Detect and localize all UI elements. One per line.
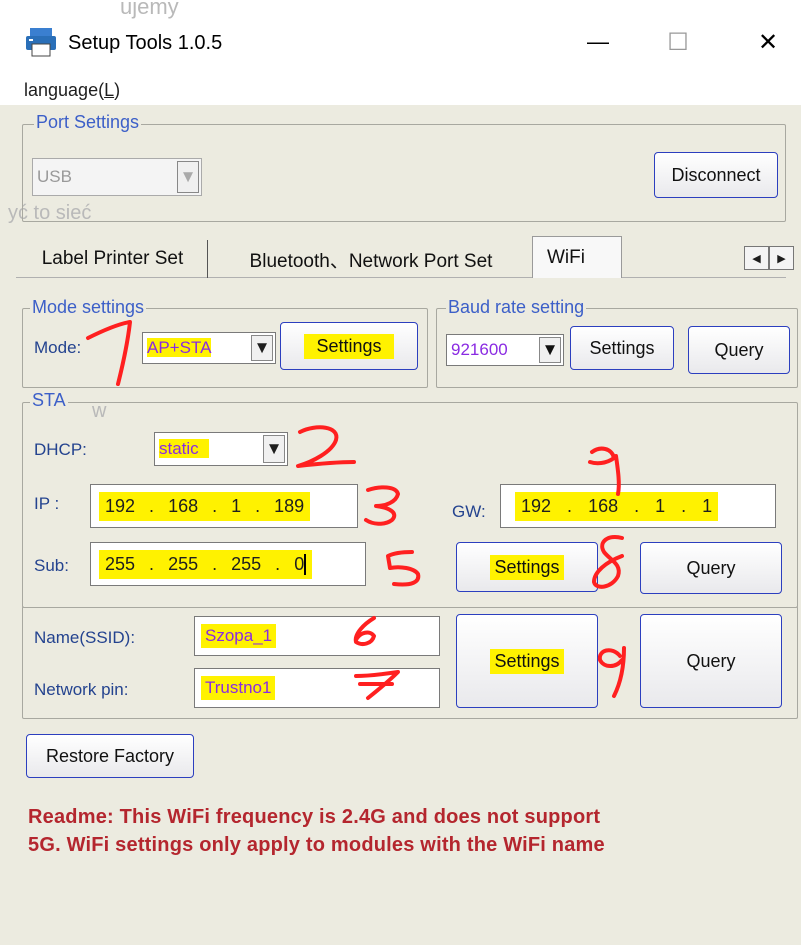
sub-octet: 255 [231, 553, 262, 574]
mode-settings-label: Settings [304, 333, 394, 359]
ip-octet: 168 [168, 495, 199, 516]
gw-label: GW: [452, 502, 486, 521]
ssid-input[interactable]: Szopa_1 [194, 616, 440, 656]
dhcp-value: static [159, 439, 209, 458]
close-button[interactable]: ✕ [738, 22, 798, 62]
baud-rate-legend: Baud rate setting [446, 297, 587, 317]
mode-select[interactable]: AP+STA ▼ [142, 332, 276, 364]
ip-input[interactable]: 192. 168. 1. 189 [90, 484, 358, 528]
minimize-button[interactable]: — [568, 22, 628, 62]
ip-octet: 189 [274, 495, 305, 516]
ip-octets: 192. 168. 1. 189 [99, 491, 311, 521]
gw-octet: 168 [588, 495, 619, 516]
gw-input[interactable]: 192. 168. 1. 1 [500, 484, 776, 528]
dhcp-select[interactable]: static ▼ [154, 432, 288, 466]
sub-label: Sub: [34, 556, 69, 575]
readme-text: Readme: This WiFi frequency is 2.4G and … [28, 803, 776, 859]
chevron-left-icon[interactable]: ◀ [744, 246, 769, 270]
mode-label: Mode: [34, 338, 82, 357]
chevron-right-icon[interactable]: ▶ [769, 246, 794, 270]
chevron-down-icon: ▼ [539, 337, 561, 363]
ssid-label: Name(SSID): [34, 628, 136, 647]
ghost-background-text: ujemy [120, 0, 179, 19]
sub-octet: 0 [294, 553, 307, 575]
sub-octets: 255. 255. 255. 0 [99, 549, 313, 579]
readme-line: 5G. WiFi settings only apply to modules … [28, 834, 605, 856]
window-title: Setup Tools 1.0.5 [68, 32, 223, 54]
printer-icon [26, 28, 56, 57]
ip-octet: 192 [105, 495, 136, 516]
tab-bluetooth-network[interactable]: Bluetooth、Network Port Set [210, 240, 532, 278]
baud-query-button[interactable]: Query [688, 326, 790, 374]
port-value: USB [37, 167, 72, 186]
baud-settings-button[interactable]: Settings [570, 326, 674, 370]
sub-octet: 255 [105, 553, 136, 574]
baud-rate-value: 921600 [451, 340, 508, 359]
gw-octets: 192. 168. 1. 1 [515, 491, 719, 521]
wifi-settings-label: Settings [490, 648, 564, 674]
sta-settings-label: Settings [490, 554, 564, 580]
sta-settings-button[interactable]: Settings [456, 542, 598, 592]
menu-bar: language(L) [0, 78, 801, 105]
mode-settings-button[interactable]: Settings [280, 322, 418, 370]
restore-factory-button[interactable]: Restore Factory [26, 734, 194, 778]
chevron-down-icon: ▼ [251, 335, 273, 361]
mode-settings-legend: Mode settings [30, 297, 147, 317]
gw-octet: 1 [702, 495, 713, 516]
chevron-down-icon: ▼ [177, 161, 199, 193]
port-settings-legend: Port Settings [34, 112, 142, 132]
gw-octet: 192 [521, 495, 552, 516]
mode-value: AP+STA [147, 338, 212, 357]
sub-octet: 255 [168, 553, 199, 574]
pin-label: Network pin: [34, 680, 129, 699]
pin-value: Trustno1 [201, 676, 276, 700]
disconnect-button[interactable]: Disconnect [654, 152, 778, 198]
chevron-down-icon: ▼ [263, 435, 285, 463]
readme-line: Readme: This WiFi frequency is 2.4G and … [28, 806, 601, 828]
wifi-settings-button[interactable]: Settings [456, 614, 598, 708]
tab-scroll: ◀ ▶ [744, 246, 794, 270]
dhcp-label: DHCP: [34, 440, 87, 459]
wifi-query-button[interactable]: Query [640, 614, 782, 708]
menu-language[interactable]: language(L) [24, 80, 120, 101]
pin-input[interactable]: Trustno1 [194, 668, 440, 708]
sub-input[interactable]: 255. 255. 255. 0 [90, 542, 366, 586]
ssid-value: Szopa_1 [201, 624, 277, 648]
ip-octet: 1 [231, 495, 242, 516]
port-select[interactable]: USB ▼ [32, 158, 202, 196]
gw-octet: 1 [655, 495, 666, 516]
sta-legend: STA [30, 390, 68, 410]
sta-query-button[interactable]: Query [640, 542, 782, 594]
baud-rate-select[interactable]: 921600 ▼ [446, 334, 564, 366]
title-bar: ujemy Setup Tools 1.0.5 — ☐ ✕ [0, 0, 801, 78]
tab-wifi[interactable]: WiFi [532, 236, 622, 278]
maximize-button[interactable]: ☐ [648, 22, 708, 62]
ip-label: IP : [34, 494, 60, 513]
tab-label-printer-set[interactable]: Label Printer Set [18, 240, 208, 278]
